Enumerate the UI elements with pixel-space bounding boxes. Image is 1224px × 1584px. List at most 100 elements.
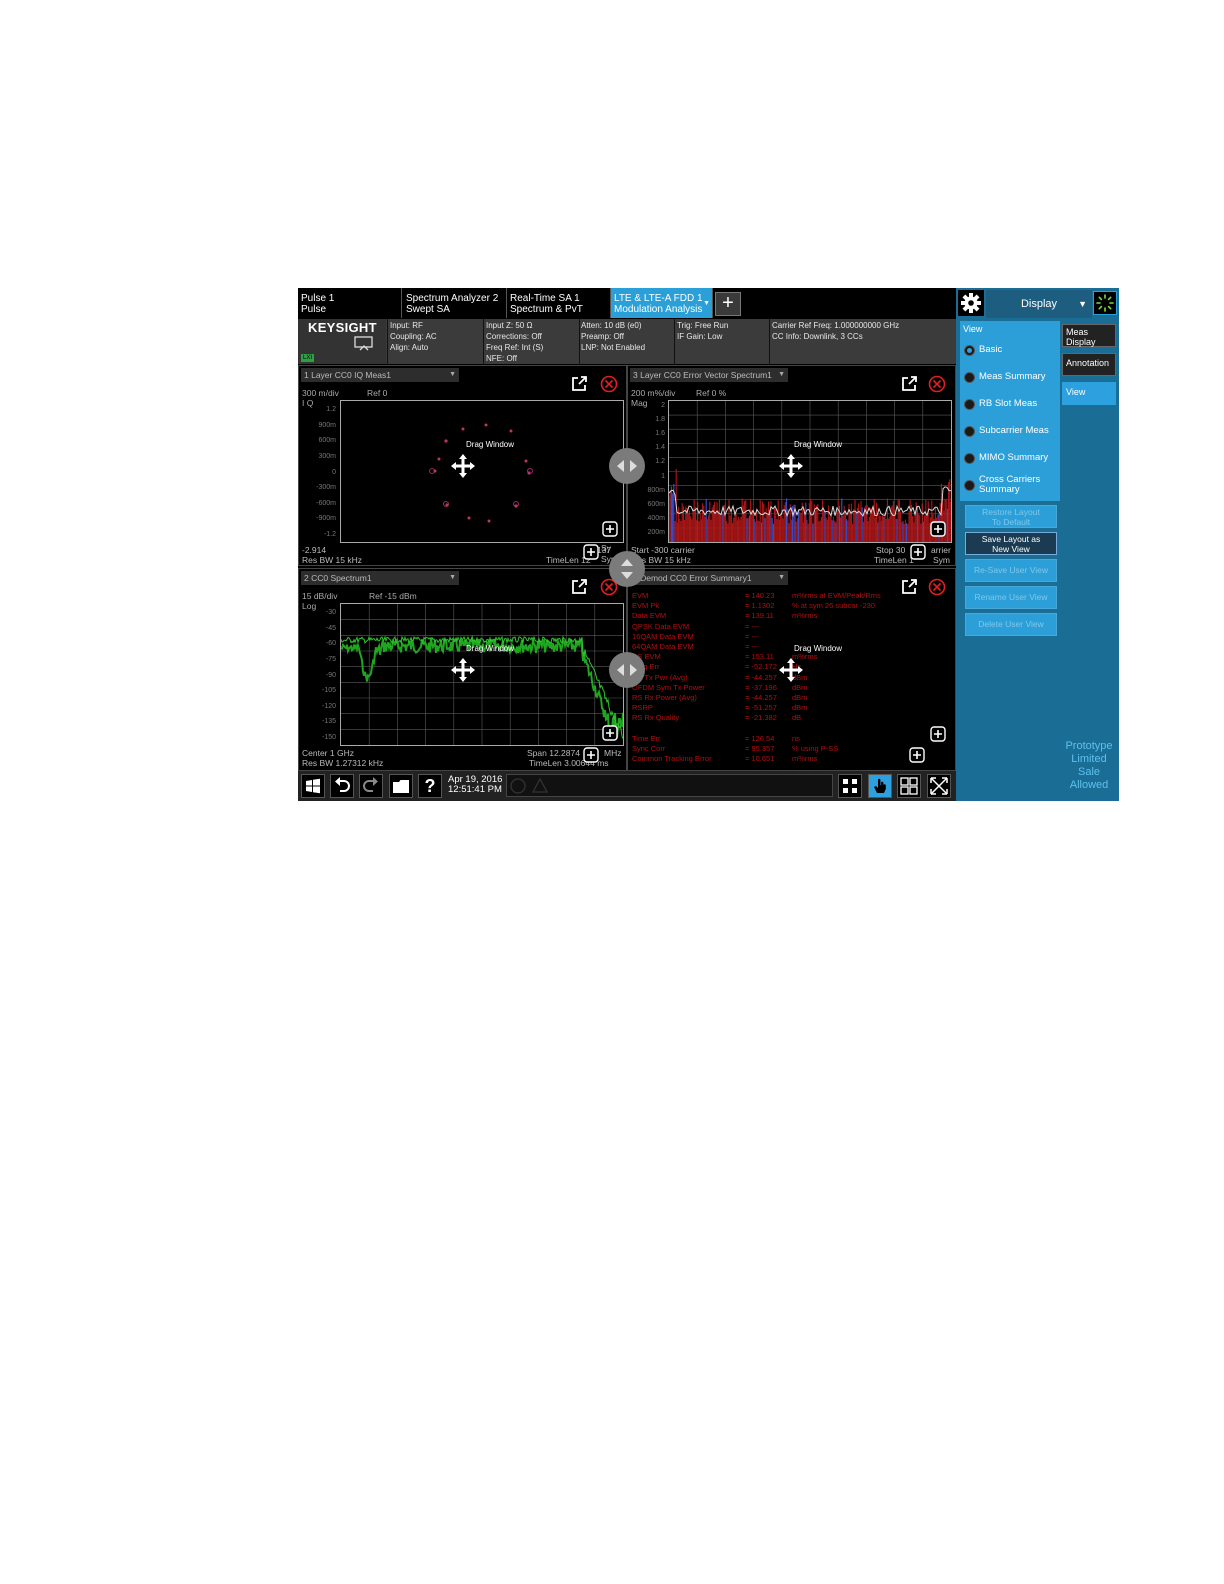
- info-input-z[interactable]: Input Z: 50 Ω Corrections: Off Freq Ref:…: [486, 320, 543, 364]
- resize-horizontal-handle[interactable]: [609, 652, 645, 688]
- popout-icon[interactable]: [570, 375, 588, 393]
- spectrum-plot: [340, 603, 624, 746]
- summary-metric-name: 16QAM Data EVM: [632, 631, 694, 641]
- tab-lte-line2: Modulation Analysis: [614, 304, 703, 315]
- summary-metric-unit: dBm: [792, 693, 808, 702]
- settings-info-bar: KEYSIGHT LXI Input: RF Coupling: AC Alig…: [298, 319, 956, 364]
- tab-lte-modulation-analysis[interactable]: LTE & LTE-A FDD 1 Modulation Analysis ▼: [611, 288, 713, 318]
- close-window-icon[interactable]: [600, 375, 618, 393]
- chevron-down-icon: ▼: [449, 574, 456, 581]
- restore-layout-button[interactable]: Restore Layout To Default: [965, 505, 1057, 528]
- info-input-line: Input: RF: [390, 321, 423, 330]
- info-carrier[interactable]: Carrier Ref Freq: 1.000000000 GHz CC Inf…: [772, 320, 899, 342]
- info-atten[interactable]: Atten: 10 dB (e0) Preamp: Off LNP: Not E…: [581, 320, 645, 353]
- button-line: To Default: [991, 517, 1031, 527]
- add-tab-button[interactable]: +: [715, 292, 741, 316]
- tab-spectrum-analyzer[interactable]: Spectrum Analyzer 2 Swept SA: [403, 288, 507, 318]
- expand-window-icon[interactable]: [909, 747, 925, 763]
- window-title-dropdown[interactable]: 3 Layer CC0 Error Vector Spectrum1 ▼: [630, 368, 788, 382]
- y-tick-label: -300m: [316, 484, 336, 492]
- expand-window-icon[interactable]: [910, 544, 926, 560]
- local-return-icon[interactable]: [354, 336, 374, 352]
- resize-vertical-handle[interactable]: [609, 551, 645, 587]
- resize-horizontal-handle[interactable]: [609, 448, 645, 484]
- fullscreen-button[interactable]: [927, 774, 951, 798]
- window-iq-meas[interactable]: 1 Layer CC0 IQ Meas1 ▼ 300 m/div Ref 0 I …: [298, 365, 627, 566]
- button-line: Restore Layout: [982, 507, 1040, 517]
- move-arrows-icon[interactable]: [450, 453, 476, 479]
- expand-window-icon[interactable]: [583, 544, 599, 560]
- y-tick-label: 600m: [647, 500, 665, 508]
- quad-window-icon: [900, 777, 918, 795]
- multi-screen-layout-button[interactable]: [838, 774, 862, 798]
- tab-lte-line1: LTE & LTE-A FDD 1: [614, 293, 703, 304]
- y-tick-label: 200m: [647, 529, 665, 536]
- expand-window-icon[interactable]: [602, 521, 618, 537]
- save-layout-button[interactable]: Save Layout as New View: [965, 532, 1057, 555]
- window-title-dropdown[interactable]: 2 CC0 Spectrum1 ▼: [301, 571, 459, 585]
- menu-selector-label: Display: [1020, 298, 1058, 310]
- window-title: 2 CC0 Spectrum1: [304, 573, 372, 583]
- tab-pulse[interactable]: Pulse 1 Pulse: [298, 288, 402, 318]
- chevron-down-icon: ▼: [778, 574, 785, 581]
- move-arrows-icon[interactable]: [450, 657, 476, 683]
- popout-icon[interactable]: [900, 375, 918, 393]
- expand-window-icon[interactable]: [602, 725, 618, 741]
- tab-real-time-sa-line1: Real-Time SA 1: [510, 293, 580, 304]
- windows-start-button[interactable]: [301, 774, 325, 798]
- foot-right-top-tail: arrier: [931, 545, 951, 555]
- side-tab-annotation[interactable]: Annotation: [1062, 353, 1116, 376]
- info-carrier-line: CC Info: Downlink, 3 CCs: [772, 332, 863, 341]
- window-spectrum[interactable]: 2 CC0 Spectrum1 ▼ 15 dB/div Ref -15 dBm L…: [298, 568, 627, 771]
- summary-metric-value: = -51.257: [745, 703, 777, 713]
- tab-pulse-line2: Pulse: [301, 304, 327, 315]
- button-line: Re-Save User View: [973, 565, 1048, 575]
- gear-icon: [961, 293, 981, 313]
- resave-user-view-button[interactable]: Re-Save User View: [965, 559, 1057, 582]
- rename-user-view-button[interactable]: Rename User View: [965, 586, 1057, 609]
- close-window-icon[interactable]: [928, 578, 946, 596]
- summary-metric-name: Sync Corr: [632, 744, 666, 753]
- y-tick-label: 900m: [318, 421, 336, 429]
- tab-pulse-line1: Pulse 1: [301, 293, 335, 304]
- window-error-vector-spectrum[interactable]: 3 Layer CC0 Error Vector Spectrum1 ▼ 200 …: [627, 365, 956, 566]
- expand-window-icon[interactable]: [583, 747, 599, 763]
- summary-metric-unit: dBm: [792, 703, 808, 713]
- tab-real-time-sa[interactable]: Real-Time SA 1 Spectrum & PvT: [507, 288, 611, 318]
- system-clock: Apr 19, 2016 12:51:41 PM: [448, 775, 502, 795]
- reference-level: Ref 0 %: [696, 388, 727, 398]
- window-error-summary[interactable]: 4 Demod CC0 Error Summary1 ▼ EVM = 140.23 m…: [627, 568, 956, 771]
- touch-drag-mode-button[interactable]: [868, 774, 892, 798]
- delete-user-view-button[interactable]: Delete User View: [965, 613, 1057, 636]
- left-right-arrows-icon: [617, 664, 637, 676]
- window-layout-button[interactable]: [897, 774, 921, 798]
- info-trigger[interactable]: Trig: Free Run IF Gain: Low: [677, 320, 728, 342]
- help-button[interactable]: ?: [418, 774, 442, 798]
- settings-button[interactable]: [958, 290, 984, 316]
- move-arrows-icon[interactable]: [778, 657, 804, 683]
- popout-icon[interactable]: [900, 578, 918, 596]
- window-title-dropdown[interactable]: 1 Layer CC0 IQ Meas1 ▼: [301, 368, 459, 382]
- popout-icon[interactable]: [570, 578, 588, 596]
- y-tick-label: 2: [661, 402, 665, 409]
- info-input[interactable]: Input: RF Coupling: AC Align: Auto: [390, 320, 437, 353]
- info-atten-line: Preamp: Off: [581, 332, 624, 341]
- summary-metric-name: Data EVM: [632, 611, 667, 621]
- close-window-icon[interactable]: [928, 375, 946, 393]
- side-tab-view[interactable]: View: [1062, 382, 1116, 405]
- expand-window-icon[interactable]: [930, 726, 946, 742]
- undo-button[interactable]: [330, 774, 354, 798]
- summary-metric-value: = 140.23: [745, 591, 775, 600]
- menu-selector[interactable]: Display ▼: [986, 290, 1092, 318]
- activity-indicator: [1093, 291, 1117, 315]
- summary-metric-value: = ---: [745, 621, 759, 631]
- view-option-label: Meas Summary: [979, 371, 1046, 382]
- window-title-dropdown[interactable]: 4 Demod CC0 Error Summary1 ▼: [630, 571, 788, 585]
- file-button[interactable]: [389, 774, 413, 798]
- move-arrows-icon[interactable]: [778, 453, 804, 479]
- expand-window-icon[interactable]: [930, 521, 946, 537]
- side-tab-meas-display[interactable]: Meas Display: [1062, 324, 1116, 347]
- redo-button[interactable]: [359, 774, 383, 798]
- hand-touch-icon: [874, 778, 886, 793]
- summary-metric-name: Time Err: [632, 733, 661, 743]
